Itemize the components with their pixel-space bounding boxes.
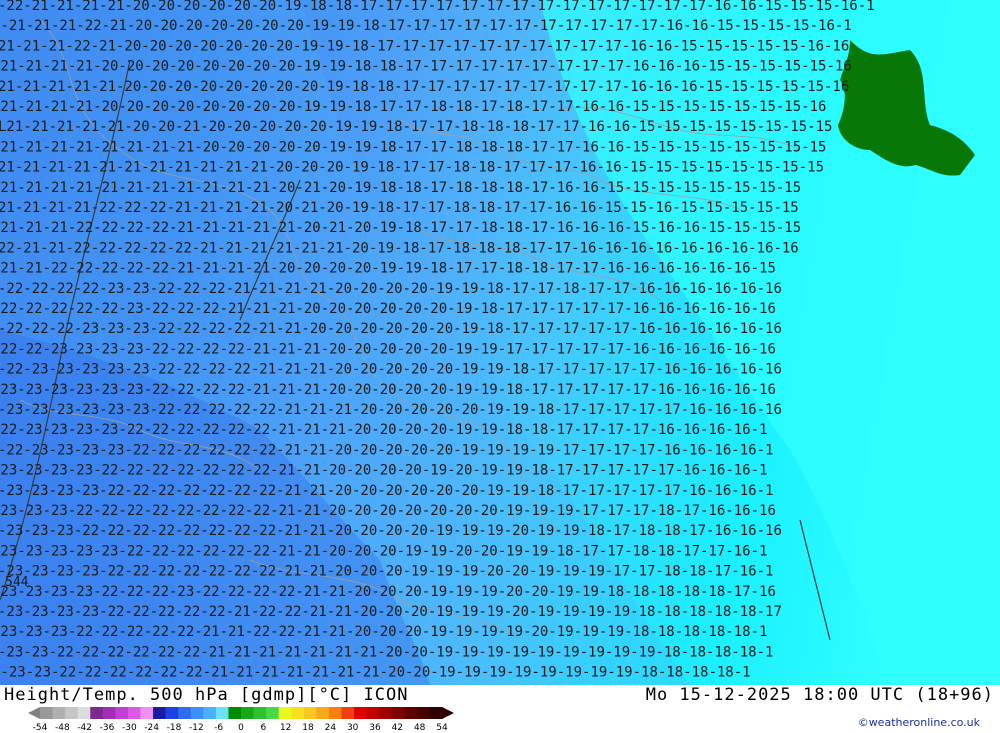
legend-tick-label: -36 <box>100 723 115 732</box>
legend-swatch <box>77 707 91 719</box>
legend-swatch <box>40 707 53 719</box>
legend-right-arrow <box>442 707 454 719</box>
temperature-label-row: -23-23-23-22-22-22-22-22-22-22-22-21-21-… <box>0 523 782 539</box>
temperature-label-row: -21-21-22-22-22-22-22-21-21-21-21-20-20-… <box>0 261 776 277</box>
legend-swatch <box>65 707 78 719</box>
temperature-label-row: -22-21-21-21-21-20-20-20-20-20-20-19-18-… <box>0 0 875 14</box>
temperature-label-row: -22-22-22-22-23-23-22-22-22-21-21-21-21-… <box>0 281 782 297</box>
temperature-label-row: -23-23-23-23-22-22-22-22-22-22-22-21-21-… <box>0 483 773 499</box>
legend-swatch <box>52 707 66 719</box>
temperature-label-row: -23-23-22-22-22-22-22-22-21-21-21-21-21-… <box>0 644 773 660</box>
temperature-label-row: -23-23-23-23-23-22-22-22-22-22-22-21-21-… <box>0 543 767 559</box>
temperature-label-row: 3-23-23-22-22-22-22-22-22-21-21-21-21-21… <box>0 665 751 681</box>
temperature-label-row: -21-21-21-21-20-20-20-20-20-20-20-20-19-… <box>0 59 852 75</box>
temperature-label-row: -21-21-21-21-21-21-21-21-21-21-21-20-21-… <box>0 180 801 196</box>
temperature-label-row: 21-21-21-21-22-22-22-21-21-21-21-20-21-2… <box>0 200 799 216</box>
legend-swatch <box>253 707 267 719</box>
legend-swatch <box>127 707 141 719</box>
legend-tick-label: 18 <box>302 723 314 732</box>
valid-time: Mo 15-12-2025 18:00 UTC (18+96) <box>645 685 994 705</box>
temperature-label-row: -21-21-21-22-22-22-22-21-21-21-21-21-20-… <box>0 220 801 236</box>
legend-tick-label: -42 <box>77 723 92 732</box>
legend-swatch <box>228 707 242 719</box>
legend-swatch <box>278 707 292 719</box>
legend-tick-label: 54 <box>436 723 448 732</box>
legend-swatch <box>354 707 367 719</box>
legend-swatch <box>90 707 104 719</box>
legend-tick-label: -30 <box>122 723 137 732</box>
temperature-label-row: 21-21-21-21-21-21-21-21-21-21-21-20-20-2… <box>0 160 824 176</box>
legend-tick-label: -48 <box>55 723 70 732</box>
legend-tick-label: 48 <box>414 723 426 732</box>
legend-swatch <box>178 707 192 719</box>
map-stage: -22-21-21-21-21-20-20-20-20-20-20-19-18-… <box>0 0 1000 733</box>
temperature-label-row: -23-23-23-23-23-23-22-22-22-22-22-21-21-… <box>0 402 782 418</box>
legend-tick-label: 6 <box>260 723 266 732</box>
legend-swatch <box>366 707 380 719</box>
legend-swatch <box>190 707 204 719</box>
legend-swatch <box>379 707 393 719</box>
legend-tick-label: 12 <box>280 723 291 732</box>
legend-swatches <box>28 707 454 719</box>
legend-swatch <box>266 707 279 719</box>
legend-swatch <box>102 707 116 719</box>
legend-tick-label: 24 <box>325 723 337 732</box>
temperature-label-row: -23-23-23-22-22-22-22-22-21-21-22-22-21-… <box>0 624 767 640</box>
legend-tick-label: -6 <box>214 723 223 732</box>
legend-tick-label: -12 <box>189 723 204 732</box>
temperature-label-row: L21-21-21-21-21-20-20-21-20-20-20-20-20-… <box>0 119 832 135</box>
legend-swatch <box>291 707 305 719</box>
legend-tick-label: -54 <box>33 723 48 732</box>
temperature-label-row: 1-21-21-21-22-21-20-20-20-20-20-20-20-19… <box>0 18 852 34</box>
footer-bar: Height/Temp. 500 hPa [gdmp][°C] ICON Mo … <box>0 685 1000 733</box>
temperature-label-row: -23-23-23-23-22-22-22-22-22-22-22-21-21-… <box>0 564 773 580</box>
legend-swatch <box>241 707 254 719</box>
temperature-label-row: -21-21-21-21-21-21-21-21-20-20-20-20-20-… <box>0 139 826 155</box>
legend-swatch <box>115 707 129 719</box>
legend-swatch <box>341 707 355 719</box>
legend-ticks: -54 -48 -42 -36 -30 -24 -18 -12 -6 0 6 12 18 24 30 36 42… <box>33 723 448 732</box>
legend-swatch <box>140 707 154 719</box>
temperature-label-row: -23-23-23-23-22-22-22-22-22-22-22-21-21-… <box>0 463 767 479</box>
temperature-label-row: -21-21-21-21-20-20-20-20-20-20-20-20-19-… <box>0 99 826 115</box>
legend-swatch <box>391 707 405 719</box>
legend-tick-label: -18 <box>167 723 182 732</box>
legend-tick-label: -24 <box>144 723 159 732</box>
temperature-label-row: -23-23-23-22-22-22-22-22-22-22-22-21-21-… <box>0 503 776 519</box>
legend-swatch <box>404 707 418 719</box>
temperature-label-row: -23-23-23-23-23-23-22-22-22-22-21-21-21-… <box>0 382 776 398</box>
credit-link[interactable]: ©weatheronline.co.uk <box>858 716 980 729</box>
temperature-label-row: 22-21-21-22-22-22-22-22-21-21-21-21-21-2… <box>0 240 799 256</box>
temperature-label-row: -23-23-23-23-22-22-22-22-22-21-22-22-21-… <box>0 604 782 620</box>
temperature-label-row: 21-21-21-21-21-20-20-20-20-20-20-20-20-1… <box>0 79 849 95</box>
temperature-label-row: -22-22-22-22-22-23-22-22-22-21-21-21-20-… <box>0 301 776 317</box>
temperature-label-row: -22-22-23-23-23-23-22-22-22-22-21-21-21-… <box>0 341 776 357</box>
legend-swatch <box>316 707 330 719</box>
legend-swatch <box>153 707 166 719</box>
temperature-label-row: -23-23-23-23-22-22-22-23-22-22-22-22-21-… <box>0 584 776 600</box>
legend-tick-label: 42 <box>392 723 403 732</box>
legend-tick-label: 0 <box>238 723 244 732</box>
temperature-label-row: -22-23-23-23-23-23-22-22-22-22-21-21-21-… <box>0 362 782 378</box>
temperature-label-row: -22-22-22-23-23-23-22-22-22-22-21-21-20-… <box>0 321 782 337</box>
legend-swatch <box>416 707 430 719</box>
legend-swatch <box>165 707 179 719</box>
temperature-label-row: -22-23-23-23-23-22-22-22-22-22-22-21-21-… <box>0 442 773 458</box>
legend-swatch <box>203 707 217 719</box>
legend-tick-label: 36 <box>369 723 381 732</box>
height-contour-label: 544 <box>5 575 29 590</box>
map-title: Height/Temp. 500 hPa [gdmp][°C] ICON <box>4 685 409 705</box>
legend-swatch <box>328 707 342 719</box>
weather-map: -22-21-21-21-21-20-20-20-20-20-20-19-18-… <box>0 0 1000 685</box>
temperature-label-row: -22-23-23-23-23-22-22-22-22-22-22-21-21-… <box>0 422 767 438</box>
legend-tick-label: 30 <box>347 723 359 732</box>
legend-left-arrow <box>28 707 40 719</box>
legend-swatch <box>215 707 229 719</box>
legend-swatch <box>303 707 317 719</box>
color-legend: -54 -48 -42 -36 -30 -24 -18 -12 -6 0 6 12 18 24 30 36 42… <box>28 707 454 732</box>
temperature-label-row: 21-21-21-22-21-20-20-20-20-20-20-20-19-1… <box>0 38 849 54</box>
legend-swatch <box>429 707 443 719</box>
